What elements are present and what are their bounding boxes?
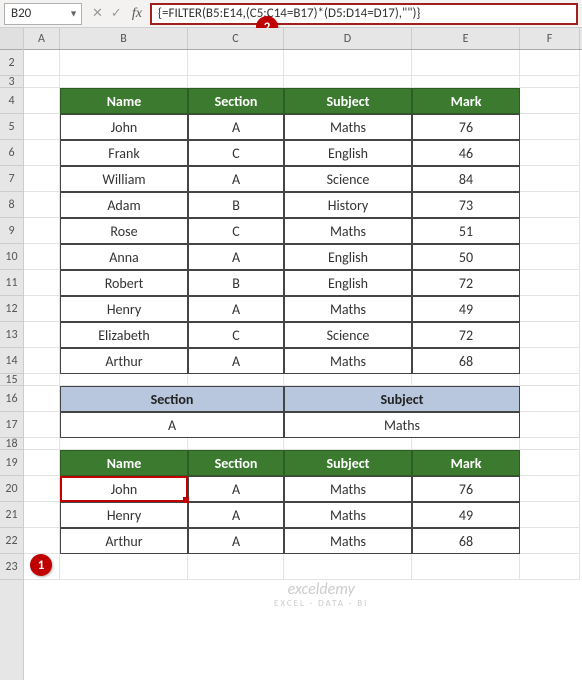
table-row: JohnAMaths76 — [24, 114, 582, 140]
col-header[interactable]: C — [188, 28, 284, 49]
table-row: HenryAMaths49 — [24, 296, 582, 322]
result-row: John A Maths 76 — [24, 476, 582, 502]
name-box[interactable]: B20 ▼ — [4, 3, 82, 25]
sheet-cells[interactable]: Name Section Subject Mark JohnAMaths76 F… — [24, 50, 582, 580]
row-header[interactable]: 6 — [0, 140, 23, 166]
header-name: Name — [60, 88, 188, 114]
row-header[interactable]: 22 — [0, 528, 23, 554]
table-row: RobertBEnglish72 — [24, 270, 582, 296]
table-row: AnnaAEnglish50 — [24, 244, 582, 270]
header-mark: Mark — [412, 88, 520, 114]
chevron-down-icon[interactable]: ▼ — [69, 8, 78, 19]
row-header[interactable]: 19 — [0, 450, 23, 476]
active-cell[interactable]: John — [60, 476, 188, 502]
row-header[interactable]: 10 — [0, 244, 23, 270]
table-row: WilliamAScience84 — [24, 166, 582, 192]
row-header[interactable]: 15 — [0, 374, 23, 386]
table-row: RoseCMaths51 — [24, 218, 582, 244]
col-header[interactable]: A — [24, 28, 60, 49]
formula-text: {=FILTER(B5:E14,(C5:C14=B17)*(D5:D14=D17… — [158, 6, 421, 21]
table-row: ElizabethCScience72 — [24, 322, 582, 348]
table-row: AdamBHistory73 — [24, 192, 582, 218]
row-header[interactable]: 3 — [0, 76, 23, 88]
row-header[interactable]: 11 — [0, 270, 23, 296]
row-header[interactable]: 13 — [0, 322, 23, 348]
col-header[interactable]: B — [60, 28, 188, 49]
result-header-row: Name Section Subject Mark — [24, 450, 582, 476]
name-box-value: B20 — [11, 6, 31, 21]
col-header[interactable]: F — [520, 28, 580, 49]
grid-body: A B C D E F Name Section Subject Mark Jo… — [24, 28, 582, 680]
cancel-icon[interactable]: ✕ — [92, 6, 103, 21]
col-headers: A B C D E F — [24, 28, 582, 50]
row-header[interactable]: 23 — [0, 554, 23, 580]
filter-header-subject: Subject — [284, 386, 520, 412]
row-header[interactable]: 5 — [0, 114, 23, 140]
result-header-subject: Subject — [284, 450, 412, 476]
filter-header-section: Section — [60, 386, 284, 412]
table-row: FrankCEnglish46 — [24, 140, 582, 166]
filter-header-row: Section Subject — [24, 386, 582, 412]
callout-1: 1 — [30, 554, 52, 576]
row-header[interactable]: 20 — [0, 476, 23, 502]
result-row: Arthur A Maths 68 — [24, 528, 582, 554]
row-header[interactable]: 12 — [0, 296, 23, 322]
header-subject: Subject — [284, 88, 412, 114]
col-header[interactable]: D — [284, 28, 412, 49]
filter-subject-value[interactable]: Maths — [284, 412, 520, 438]
result-header-name: Name — [60, 450, 188, 476]
row-header[interactable]: 17 — [0, 412, 23, 438]
spreadsheet-grid: 2 3 4 5 6 7 8 9 10 11 12 13 14 15 16 17 … — [0, 28, 582, 680]
table-header-row: Name Section Subject Mark — [24, 88, 582, 114]
row-header[interactable]: 9 — [0, 218, 23, 244]
row-header[interactable]: 7 — [0, 166, 23, 192]
row-header[interactable]: 21 — [0, 502, 23, 528]
filter-section-value[interactable]: A — [60, 412, 284, 438]
enter-icon[interactable]: ✓ — [111, 6, 122, 21]
result-row: Henry A Maths 49 — [24, 502, 582, 528]
formula-icons: ✕ ✓ — [86, 6, 128, 21]
result-header-section: Section — [188, 450, 284, 476]
fx-icon[interactable]: fx — [132, 6, 146, 22]
col-header[interactable]: E — [412, 28, 520, 49]
table-row: ArthurAMaths68 — [24, 348, 582, 374]
header-section: Section — [188, 88, 284, 114]
row-header[interactable]: 8 — [0, 192, 23, 218]
row-headers: 2 3 4 5 6 7 8 9 10 11 12 13 14 15 16 17 … — [0, 28, 24, 680]
select-all-corner[interactable] — [0, 28, 23, 50]
filter-value-row: A Maths — [24, 412, 582, 438]
watermark: exceldemy EXCEL · DATA · BI — [274, 580, 368, 610]
row-header[interactable]: 14 — [0, 348, 23, 374]
result-header-mark: Mark — [412, 450, 520, 476]
row-header[interactable]: 16 — [0, 386, 23, 412]
formula-toolbar: B20 ▼ ✕ ✓ fx {=FILTER(B5:E14,(C5:C14=B17… — [0, 0, 582, 28]
row-header[interactable]: 18 — [0, 438, 23, 450]
row-header[interactable]: 4 — [0, 88, 23, 114]
row-header[interactable]: 2 — [0, 50, 23, 76]
formula-bar[interactable]: {=FILTER(B5:E14,(C5:C14=B17)*(D5:D14=D17… — [150, 3, 578, 25]
